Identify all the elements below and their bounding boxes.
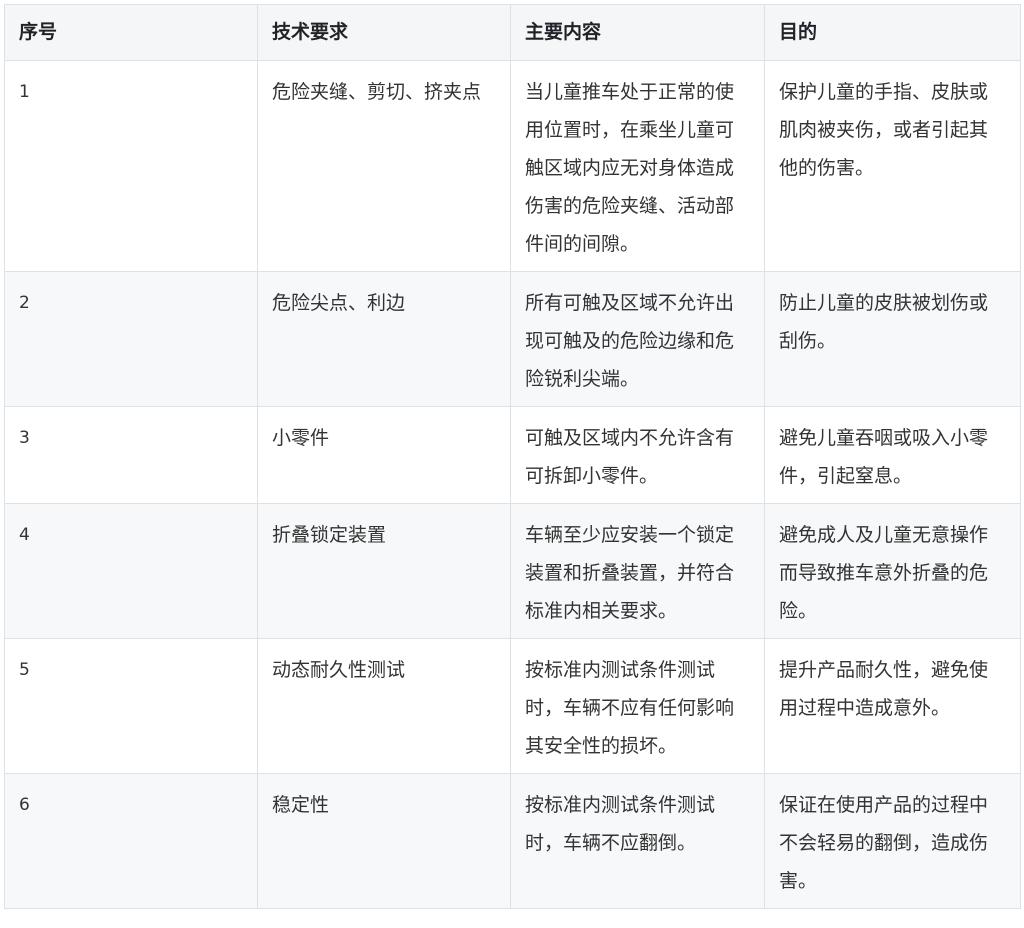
standards-table-container: 序号 技术要求 主要内容 目的 1 危险夹缝、剪切、挤夹点 当儿童推车处于正常的… xyxy=(4,4,1021,909)
cell-requirement: 危险夹缝、剪切、挤夹点 xyxy=(257,60,511,272)
cell-requirement: 小零件 xyxy=(257,406,511,504)
cell-number: 2 xyxy=(4,271,258,407)
standards-table: 序号 技术要求 主要内容 目的 1 危险夹缝、剪切、挤夹点 当儿童推车处于正常的… xyxy=(4,4,1021,909)
header-number: 序号 xyxy=(4,4,258,61)
cell-purpose: 避免儿童吞咽或吸入小零件，引起窒息。 xyxy=(764,406,1021,504)
header-purpose: 目的 xyxy=(764,4,1021,61)
cell-number: 6 xyxy=(4,773,258,909)
table-row: 3 小零件 可触及区域内不允许含有可拆卸小零件。 避免儿童吞咽或吸入小零件，引起… xyxy=(4,406,1021,504)
cell-number: 4 xyxy=(4,503,258,639)
cell-content: 按标准内测试条件测试时，车辆不应有任何影响其安全性的损坏。 xyxy=(510,638,765,774)
cell-content: 所有可触及区域不允许出现可触及的危险边缘和危险锐利尖端。 xyxy=(510,271,765,407)
cell-purpose: 保护儿童的手指、皮肤或肌肉被夹伤，或者引起其他的伤害。 xyxy=(764,60,1021,272)
table-row: 2 危险尖点、利边 所有可触及区域不允许出现可触及的危险边缘和危险锐利尖端。 防… xyxy=(4,271,1021,407)
table-row: 4 折叠锁定装置 车辆至少应安装一个锁定装置和折叠装置，并符合标准内相关要求。 … xyxy=(4,503,1021,639)
cell-number: 3 xyxy=(4,406,258,504)
cell-content: 车辆至少应安装一个锁定装置和折叠装置，并符合标准内相关要求。 xyxy=(510,503,765,639)
cell-requirement: 危险尖点、利边 xyxy=(257,271,511,407)
cell-requirement: 稳定性 xyxy=(257,773,511,909)
cell-content: 按标准内测试条件测试时，车辆不应翻倒。 xyxy=(510,773,765,909)
table-header-row: 序号 技术要求 主要内容 目的 xyxy=(4,4,1021,61)
cell-requirement: 折叠锁定装置 xyxy=(257,503,511,639)
cell-content: 当儿童推车处于正常的使用位置时，在乘坐儿童可触区域内应无对身体造成伤害的危险夹缝… xyxy=(510,60,765,272)
cell-purpose: 保证在使用产品的过程中不会轻易的翻倒，造成伤害。 xyxy=(764,773,1021,909)
header-content: 主要内容 xyxy=(510,4,765,61)
cell-number: 1 xyxy=(4,60,258,272)
table-row: 5 动态耐久性测试 按标准内测试条件测试时，车辆不应有任何影响其安全性的损坏。 … xyxy=(4,638,1021,774)
cell-purpose: 提升产品耐久性，避免使用过程中造成意外。 xyxy=(764,638,1021,774)
cell-content: 可触及区域内不允许含有可拆卸小零件。 xyxy=(510,406,765,504)
table-row: 1 危险夹缝、剪切、挤夹点 当儿童推车处于正常的使用位置时，在乘坐儿童可触区域内… xyxy=(4,60,1021,272)
cell-purpose: 防止儿童的皮肤被划伤或刮伤。 xyxy=(764,271,1021,407)
cell-purpose: 避免成人及儿童无意操作而导致推车意外折叠的危险。 xyxy=(764,503,1021,639)
cell-requirement: 动态耐久性测试 xyxy=(257,638,511,774)
cell-number: 5 xyxy=(4,638,258,774)
table-row: 6 稳定性 按标准内测试条件测试时，车辆不应翻倒。 保证在使用产品的过程中不会轻… xyxy=(4,773,1021,909)
header-requirement: 技术要求 xyxy=(257,4,511,61)
